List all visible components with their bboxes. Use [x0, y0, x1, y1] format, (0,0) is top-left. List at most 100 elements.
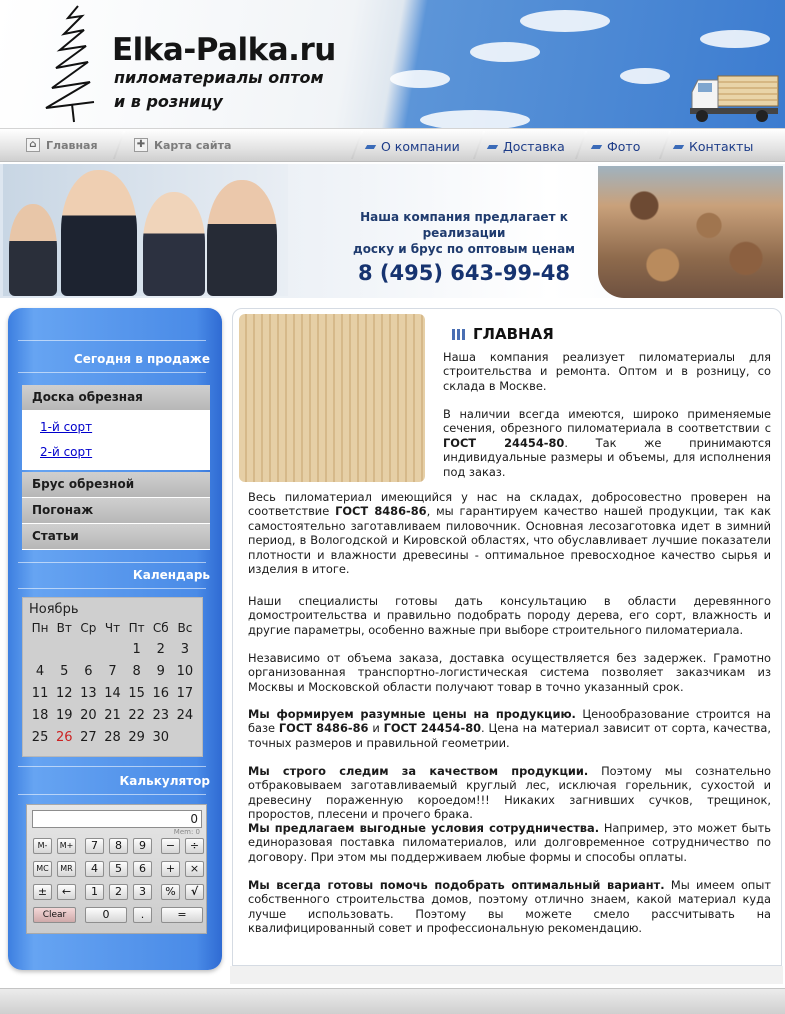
- calendar-day[interactable]: 19: [52, 705, 76, 727]
- calendar-day[interactable]: 27: [76, 727, 100, 749]
- calendar-day[interactable]: 18: [28, 705, 52, 727]
- calendar-day[interactable]: 11: [28, 683, 52, 705]
- calendar-day[interactable]: 16: [149, 683, 173, 705]
- calendar-day[interactable]: 2: [149, 639, 173, 661]
- calendar-day[interactable]: 10: [173, 661, 197, 683]
- nav-marker-icon: [486, 144, 499, 149]
- calendar-today[interactable]: 26: [52, 727, 76, 749]
- calendar-day[interactable]: 20: [76, 705, 100, 727]
- nav-sitemap-label[interactable]: Карта сайта: [154, 139, 231, 152]
- calc-key-equals[interactable]: =: [161, 907, 203, 923]
- calc-key-9[interactable]: 9: [133, 838, 152, 854]
- nav-home[interactable]: ⌂ Главная: [26, 138, 98, 152]
- calendar-weekdays: Пн Вт Ср Чт Пт Сб Вс: [28, 617, 197, 639]
- calendar-day[interactable]: 24: [173, 705, 197, 727]
- nav-separator: [658, 131, 672, 159]
- calc-key-0[interactable]: 0: [85, 907, 127, 923]
- calc-key-mc[interactable]: MC: [33, 861, 52, 877]
- calendar-empty-cell: [76, 639, 100, 661]
- banner-phone: 8 (495) 643-99-48: [358, 261, 570, 285]
- calendar-day[interactable]: 25: [28, 727, 52, 749]
- calendar-week: 123: [28, 639, 197, 661]
- calc-key-8[interactable]: 8: [109, 838, 128, 854]
- calendar-day[interactable]: 22: [125, 705, 149, 727]
- team-photo: [3, 164, 288, 296]
- paragraph-lead: Мы всегда готовы помочь подобрать оптима…: [248, 878, 665, 892]
- nav-photo[interactable]: Фото: [590, 139, 640, 154]
- calc-key-5[interactable]: 5: [109, 861, 128, 877]
- truck-icon: [690, 75, 779, 122]
- calendar-day[interactable]: 23: [149, 705, 173, 727]
- calc-key-1[interactable]: 1: [85, 884, 104, 900]
- sitemap-icon: ✚: [134, 138, 148, 152]
- calendar-day[interactable]: 29: [125, 727, 149, 749]
- menu-item-articles[interactable]: Статьи: [22, 524, 210, 550]
- nav-delivery-label[interactable]: Доставка: [503, 139, 565, 154]
- logs-photo: [598, 166, 783, 298]
- calendar-day[interactable]: 4: [28, 661, 52, 683]
- calc-key-6[interactable]: 6: [133, 861, 152, 877]
- calc-key-clear[interactable]: Clear: [33, 907, 76, 923]
- paragraph-lead: Мы строго следим за качеством продукции.: [248, 764, 589, 778]
- nav-delivery[interactable]: Доставка: [486, 139, 565, 154]
- site-title[interactable]: Elka-Palka.ru: [112, 32, 336, 68]
- nav-photo-label[interactable]: Фото: [607, 139, 640, 154]
- calc-key-backspace[interactable]: ←: [57, 884, 76, 900]
- calendar-day[interactable]: 14: [100, 683, 124, 705]
- calendar-grid: 1 2 3 4 5 6 7 8 9 10 11 12 13 14 15 16 17 18 19 20 21 22 23 24 2…: [28, 639, 197, 749]
- calc-key-3[interactable]: 3: [133, 884, 152, 900]
- calendar-day[interactable]: 5: [52, 661, 76, 683]
- gost-reference: ГОСТ 8486-86: [335, 504, 427, 519]
- calendar-day[interactable]: 17: [173, 683, 197, 705]
- calc-key-times[interactable]: ×: [185, 861, 204, 877]
- submenu-grade-1-link[interactable]: 1-й сорт: [40, 415, 210, 440]
- weekday-label: Ср: [80, 621, 97, 635]
- calc-key-plusminus[interactable]: ±: [33, 884, 52, 900]
- calendar-month: Ноябрь: [29, 602, 79, 617]
- submenu-grade-2-link[interactable]: 2-й сорт: [40, 440, 210, 465]
- menu-item-beam[interactable]: Брус обрезной: [22, 472, 210, 498]
- calendar-day[interactable]: 30: [149, 727, 173, 749]
- calc-key-divide[interactable]: ÷: [185, 838, 204, 854]
- banner-offer-text: Наша компания предлагает к реализации до…: [332, 209, 596, 257]
- calc-key-plus[interactable]: +: [161, 861, 180, 877]
- calculator-widget: 0 Mem: 0 M- M+ 7 8 9 − ÷ MC MR 4 5 6 + ×…: [26, 804, 207, 934]
- nav-home-label[interactable]: Главная: [46, 139, 98, 152]
- calendar-week: 11 12 13 14 15 16 17: [28, 683, 197, 705]
- calc-key-2[interactable]: 2: [109, 884, 128, 900]
- calendar-day[interactable]: 28: [100, 727, 124, 749]
- calculator-display[interactable]: 0: [32, 810, 202, 828]
- calc-key-7[interactable]: 7: [85, 838, 104, 854]
- nav-contacts[interactable]: Контакты: [672, 139, 753, 154]
- calendar-day[interactable]: 12: [52, 683, 76, 705]
- calc-key-4[interactable]: 4: [85, 861, 104, 877]
- nav-about[interactable]: О компании: [364, 139, 460, 154]
- site-tagline-line1: пиломатериалы оптом: [114, 68, 324, 87]
- banner-offer-line1: Наша компания предлагает к реализации: [360, 210, 568, 240]
- submenu-board: 1-й сорт 2-й сорт: [22, 411, 210, 470]
- menu-item-board[interactable]: Доска обрезная: [22, 385, 210, 411]
- calendar-day[interactable]: 15: [125, 683, 149, 705]
- menu-item-moulding[interactable]: Погонаж: [22, 498, 210, 524]
- paragraph-text: В наличии всегда имеются, широко применя…: [443, 407, 771, 436]
- nav-about-label[interactable]: О компании: [381, 139, 460, 154]
- calendar-day[interactable]: 13: [76, 683, 100, 705]
- calc-key-minus[interactable]: −: [161, 838, 180, 854]
- calendar-day[interactable]: 7: [100, 661, 124, 683]
- calendar-day[interactable]: 1: [125, 639, 149, 661]
- calendar-day[interactable]: 8: [125, 661, 149, 683]
- calendar-widget: Ноябрь Пн Вт Ср Чт Пт Сб Вс 1 2 3 4 5 6 7 8 9 10 1…: [22, 597, 203, 757]
- calc-key-mr[interactable]: MR: [57, 861, 76, 877]
- calendar-day[interactable]: 9: [149, 661, 173, 683]
- calc-key-percent[interactable]: %: [161, 884, 180, 900]
- calendar-day[interactable]: 6: [76, 661, 100, 683]
- calc-key-dot[interactable]: .: [133, 907, 152, 923]
- calc-key-sqrt[interactable]: √: [185, 884, 204, 900]
- calc-key-mminus[interactable]: M-: [33, 838, 52, 854]
- nav-sitemap[interactable]: ✚ Карта сайта: [134, 138, 231, 152]
- nav-contacts-label[interactable]: Контакты: [689, 139, 753, 154]
- calc-key-mplus[interactable]: M+: [57, 838, 76, 854]
- paragraph-text: Наши специалисты готовы дать консультаци…: [248, 594, 771, 637]
- calendar-day[interactable]: 3: [173, 639, 197, 661]
- calendar-day[interactable]: 21: [100, 705, 124, 727]
